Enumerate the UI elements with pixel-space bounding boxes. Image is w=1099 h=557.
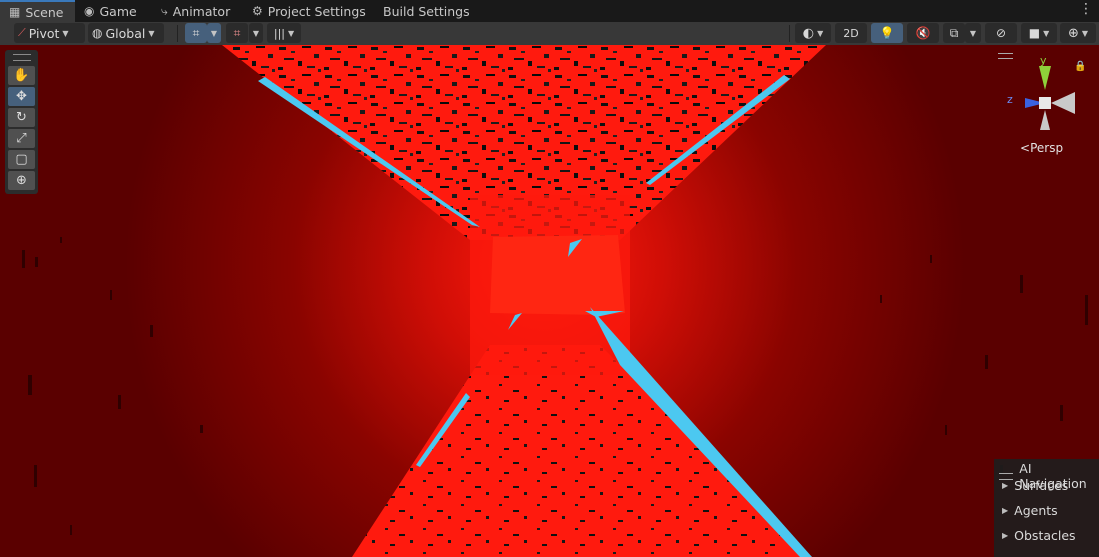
scale-tool[interactable]: ⤢	[8, 129, 35, 148]
gizmos-dropdown[interactable]: ⊕ ▼	[1060, 23, 1096, 43]
far-wall	[490, 235, 625, 315]
rect-icon: ▢	[15, 152, 28, 167]
snap-increment-button[interactable]: ⌗	[226, 23, 248, 43]
effects-toggle[interactable]: ⧉	[943, 23, 965, 43]
chevron-down-icon: ▼	[287, 28, 295, 38]
lighting-toggle[interactable]: 💡	[871, 23, 903, 43]
pivot-icon: ⟋	[18, 26, 26, 39]
grid-icon: ▦	[9, 5, 21, 19]
shading-mode-dropdown[interactable]: ◐ ▼	[795, 23, 831, 43]
toggle-2d-button[interactable]: 2D	[835, 23, 867, 43]
ai-navigation-item-surfaces[interactable]: ▶ Surfaces	[1002, 478, 1068, 493]
grid-snap-button[interactable]: ⌗	[185, 23, 207, 43]
y-axis-label: y	[1040, 54, 1047, 67]
camera-settings-dropdown[interactable]: ■ ▼	[1021, 23, 1057, 43]
gear-icon: ⚙	[252, 4, 263, 18]
animator-icon: ⤷	[161, 3, 168, 18]
toolbar-divider	[177, 25, 178, 42]
layers-icon: ⧉	[949, 25, 959, 40]
grid-visibility-icon: |||	[273, 26, 285, 40]
drag-handle-icon[interactable]	[13, 54, 31, 61]
tab-animator[interactable]: ⤷ Animator	[161, 0, 230, 22]
globe-icon: ◍	[92, 26, 103, 40]
transform-icon: ⊕	[16, 173, 27, 188]
chevron-down-icon: ▼	[252, 28, 260, 38]
scene-toolbar: ⟋ Pivot ▼ ◍ Global ▼ ⌗ ▼ ⌗ ▼ ||| ▼ ◐ ▼ 2…	[0, 22, 1099, 45]
scale-icon: ⤢	[16, 131, 27, 146]
grid-visibility-dropdown[interactable]: ||| ▼	[267, 23, 301, 43]
chevron-down-icon: ▼	[62, 28, 69, 38]
tab-label: Project Settings	[267, 3, 366, 19]
ai-navigation-item-agents[interactable]: ▶ Agents	[1002, 503, 1058, 518]
more-options-icon[interactable]: ⋮	[1079, 1, 1093, 17]
pivot-dropdown[interactable]: ⟋ Pivot ▼	[14, 23, 85, 43]
ai-navigation-item-label: Agents	[1014, 503, 1058, 518]
eye-slash-icon: ⊘	[995, 26, 1007, 40]
tab-scene[interactable]: ▦ Scene	[0, 0, 75, 22]
global-label: Global	[105, 25, 146, 41]
chevron-down-icon: ▼	[1043, 28, 1050, 38]
tab-game[interactable]: ◉ Game	[84, 0, 137, 22]
tab-build-settings[interactable]: Build Settings	[383, 0, 470, 22]
toolbar-divider	[789, 25, 790, 42]
rotate-tool[interactable]: ↻	[8, 108, 35, 127]
rect-tool[interactable]: ▢	[8, 150, 35, 169]
ai-navigation-item-label: Obstacles	[1014, 528, 1076, 543]
chevron-down-icon: ▼	[969, 28, 977, 38]
hidden-objects-toggle[interactable]: ⊘	[985, 23, 1017, 43]
tab-label: Scene	[25, 4, 64, 20]
chevron-down-icon: ▼	[148, 28, 155, 38]
projection-toggle[interactable]: <Persp	[1020, 141, 1063, 155]
rotate-icon: ↻	[16, 110, 27, 125]
shading-sphere-icon: ◐	[802, 25, 815, 41]
move-tool[interactable]: ✥	[8, 87, 35, 106]
scene-render	[0, 45, 1099, 557]
z-axis-label: z	[1007, 93, 1013, 106]
snap-increment-dropdown[interactable]: ▼	[249, 23, 263, 43]
chevron-left-icon: <	[1020, 141, 1031, 155]
triangle-right-icon: ▶	[1002, 531, 1009, 540]
tools-overlay: ✋ ✥ ↻ ⤢ ▢ ⊕	[5, 50, 38, 194]
tab-project-settings[interactable]: ⚙ Project Settings	[252, 0, 366, 22]
global-dropdown[interactable]: ◍ Global ▼	[88, 23, 164, 43]
chevron-down-icon: ▼	[210, 28, 218, 38]
pivot-label: Pivot	[28, 25, 60, 41]
grid-snap-dropdown[interactable]: ▼	[207, 23, 221, 43]
ai-navigation-item-obstacles[interactable]: ▶ Obstacles	[1002, 528, 1076, 543]
hand-tool[interactable]: ✋	[8, 66, 35, 85]
tab-label: Animator	[172, 3, 231, 19]
lightbulb-icon: 💡	[879, 26, 895, 40]
ai-navigation-overlay: AI Navigation ▶ Surfaces ▶ Agents ▶ Obst…	[994, 459, 1099, 557]
gamepad-icon: ◉	[84, 4, 95, 18]
projection-label: Persp	[1030, 141, 1064, 155]
toggle-2d-label: 2D	[843, 26, 859, 40]
triangle-right-icon: ▶	[1002, 506, 1009, 515]
snap-increment-icon: ⌗	[233, 25, 241, 40]
effects-dropdown[interactable]: ▼	[965, 23, 981, 43]
chevron-down-icon: ▼	[1081, 28, 1089, 38]
audio-toggle[interactable]: 🔇	[907, 23, 939, 43]
tab-label: Game	[99, 3, 137, 19]
move-icon: ✥	[16, 89, 27, 104]
tab-label: Build Settings	[383, 3, 470, 19]
ai-navigation-item-label: Surfaces	[1014, 478, 1069, 493]
editor-tab-bar: ▦ Scene ◉ Game ⤷ Animator ⚙ Project Sett…	[0, 0, 1099, 22]
speaker-mute-icon: 🔇	[915, 26, 931, 40]
chevron-down-icon: ▼	[817, 28, 824, 38]
gizmo-sphere-icon: ⊕	[1067, 25, 1079, 41]
camera-icon: ■	[1028, 26, 1041, 40]
grid-snap-icon: ⌗	[192, 25, 200, 40]
scene-viewport[interactable]	[0, 45, 1099, 557]
hand-icon: ✋	[13, 68, 30, 83]
triangle-right-icon: ▶	[1002, 481, 1009, 490]
transform-tool[interactable]: ⊕	[8, 171, 35, 190]
